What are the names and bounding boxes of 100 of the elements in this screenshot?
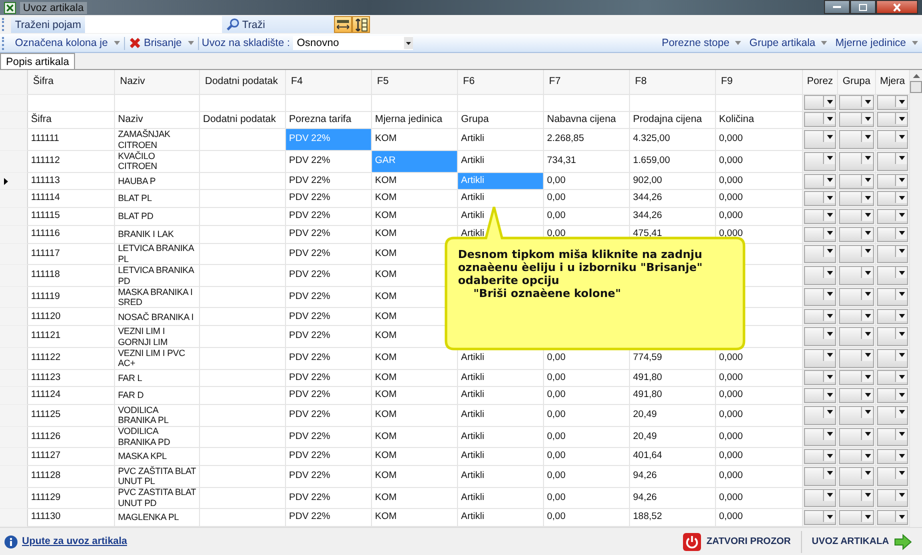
- scroll-up-icon[interactable]: [912, 74, 920, 78]
- dropdown-field[interactable]: [877, 488, 908, 508]
- column-header[interactable]: Mjera: [876, 70, 910, 95]
- dropdown-field[interactable]: [804, 348, 836, 368]
- toolbar-menu[interactable]: Mjerne jedinice: [831, 37, 922, 49]
- column-header[interactable]: Grupa: [838, 70, 876, 95]
- dropdown-field[interactable]: [877, 327, 908, 346]
- dropdown-field[interactable]: [839, 388, 874, 404]
- dropdown-field[interactable]: [877, 226, 908, 242]
- column-header[interactable]: F8: [630, 70, 716, 95]
- column-header[interactable]: Dodatni podatak: [200, 70, 286, 95]
- dropdown-field[interactable]: [804, 406, 836, 425]
- dropdown-field[interactable]: [839, 348, 874, 368]
- dropdown-field[interactable]: [804, 191, 836, 206]
- dropdown-field[interactable]: [804, 152, 836, 171]
- column-header[interactable]: Naziv: [115, 70, 200, 95]
- minimize-button[interactable]: [824, 0, 850, 14]
- dropdown-field[interactable]: [877, 348, 908, 368]
- dropdown-field[interactable]: [804, 466, 836, 486]
- dropdown-field[interactable]: [877, 388, 908, 404]
- toolbar-menu[interactable]: Porezne stope: [658, 37, 746, 49]
- dropdown-field[interactable]: [839, 488, 874, 508]
- dropdown-field[interactable]: [804, 112, 836, 128]
- dropdown-field[interactable]: [839, 428, 874, 446]
- dropdown-field[interactable]: [804, 327, 836, 346]
- dropdown-field[interactable]: [839, 327, 874, 346]
- dropdown-field[interactable]: [877, 208, 908, 224]
- dropdown-field[interactable]: [839, 244, 874, 264]
- dropdown-field[interactable]: [877, 510, 908, 526]
- dropdown-field[interactable]: [804, 244, 836, 264]
- caret-icon: [864, 314, 870, 318]
- scrollbar[interactable]: [910, 70, 922, 527]
- dropdown-field[interactable]: [877, 466, 908, 486]
- dropdown-field[interactable]: [804, 95, 836, 110]
- dropdown-field[interactable]: [804, 388, 836, 404]
- dropdown-field[interactable]: [877, 95, 908, 110]
- dropdown-field[interactable]: [839, 191, 874, 206]
- warehouse-dropdown[interactable]: Osnovno: [292, 36, 413, 50]
- dropdown-field[interactable]: [804, 309, 836, 324]
- auto-height-button[interactable]: [352, 16, 370, 33]
- column-header[interactable]: F9: [716, 70, 803, 95]
- dropdown-field[interactable]: [877, 370, 908, 386]
- delete-menu[interactable]: Brisanje: [124, 37, 198, 49]
- row-header[interactable]: [0, 172, 28, 190]
- dropdown-field[interactable]: [877, 266, 908, 285]
- dropdown-field[interactable]: [804, 226, 836, 242]
- dropdown-field[interactable]: [804, 370, 836, 386]
- column-header[interactable]: F6: [458, 70, 544, 95]
- dropdown-field[interactable]: [839, 370, 874, 386]
- dropdown-field[interactable]: [877, 130, 908, 149]
- close-button[interactable]: [876, 0, 918, 14]
- dropdown-field[interactable]: [839, 266, 874, 285]
- column-header[interactable]: Porez: [803, 70, 838, 95]
- dropdown-field[interactable]: [877, 406, 908, 425]
- dropdown-field[interactable]: [839, 112, 874, 128]
- auto-width-button[interactable]: [334, 16, 352, 33]
- column-header[interactable]: F4: [286, 70, 372, 95]
- dropdown-field[interactable]: [877, 112, 908, 128]
- dropdown-field[interactable]: [839, 174, 874, 188]
- dropdown-field[interactable]: [804, 488, 836, 508]
- dropdown-field[interactable]: [804, 130, 836, 149]
- dropdown-field[interactable]: [877, 449, 908, 464]
- dropdown-field[interactable]: [877, 174, 908, 188]
- dropdown-field[interactable]: [877, 288, 908, 306]
- search-field[interactable]: [85, 16, 222, 33]
- dropdown-field[interactable]: [839, 510, 874, 526]
- dropdown-field[interactable]: [804, 510, 836, 526]
- column-header[interactable]: F5: [372, 70, 458, 95]
- dropdown-field[interactable]: [804, 266, 836, 285]
- dropdown-field[interactable]: [804, 428, 836, 446]
- search-button[interactable]: Traži: [222, 16, 334, 33]
- dropdown-field[interactable]: [839, 288, 874, 306]
- dropdown-field[interactable]: [877, 428, 908, 446]
- dropdown-field[interactable]: [804, 449, 836, 464]
- dropdown-field[interactable]: [839, 226, 874, 242]
- close-window-button[interactable]: ZATVORI PROZOR: [677, 532, 797, 550]
- dropdown-field[interactable]: [839, 130, 874, 149]
- dropdown-field[interactable]: [877, 152, 908, 171]
- import-button[interactable]: UVOZ ARTIKALA: [806, 534, 918, 550]
- toolbar-menu[interactable]: Grupe artikala: [745, 37, 832, 49]
- help-link[interactable]: Upute za uvoz artikala: [22, 536, 128, 547]
- marked-column-menu[interactable]: Označena kolona je: [11, 37, 124, 49]
- dropdown-field[interactable]: [804, 208, 836, 224]
- dropdown-field[interactable]: [839, 466, 874, 486]
- dropdown-field[interactable]: [877, 244, 908, 264]
- dropdown-field[interactable]: [839, 406, 874, 425]
- dropdown-field[interactable]: [839, 449, 874, 464]
- dropdown-field[interactable]: [804, 174, 836, 188]
- tab[interactable]: Popis artikala: [0, 53, 76, 69]
- dropdown-field[interactable]: [839, 95, 874, 110]
- column-header[interactable]: F7: [544, 70, 630, 95]
- dropdown-field[interactable]: [839, 152, 874, 171]
- dropdown-field[interactable]: [804, 288, 836, 306]
- dropdown-field[interactable]: [839, 208, 874, 224]
- column-header[interactable]: Šifra: [28, 70, 115, 95]
- dropdown-field[interactable]: [877, 191, 908, 206]
- dropdown-field[interactable]: [839, 309, 874, 324]
- scrollbar-thumb[interactable]: [910, 81, 922, 93]
- dropdown-field[interactable]: [877, 309, 908, 324]
- maximize-button[interactable]: [850, 0, 876, 14]
